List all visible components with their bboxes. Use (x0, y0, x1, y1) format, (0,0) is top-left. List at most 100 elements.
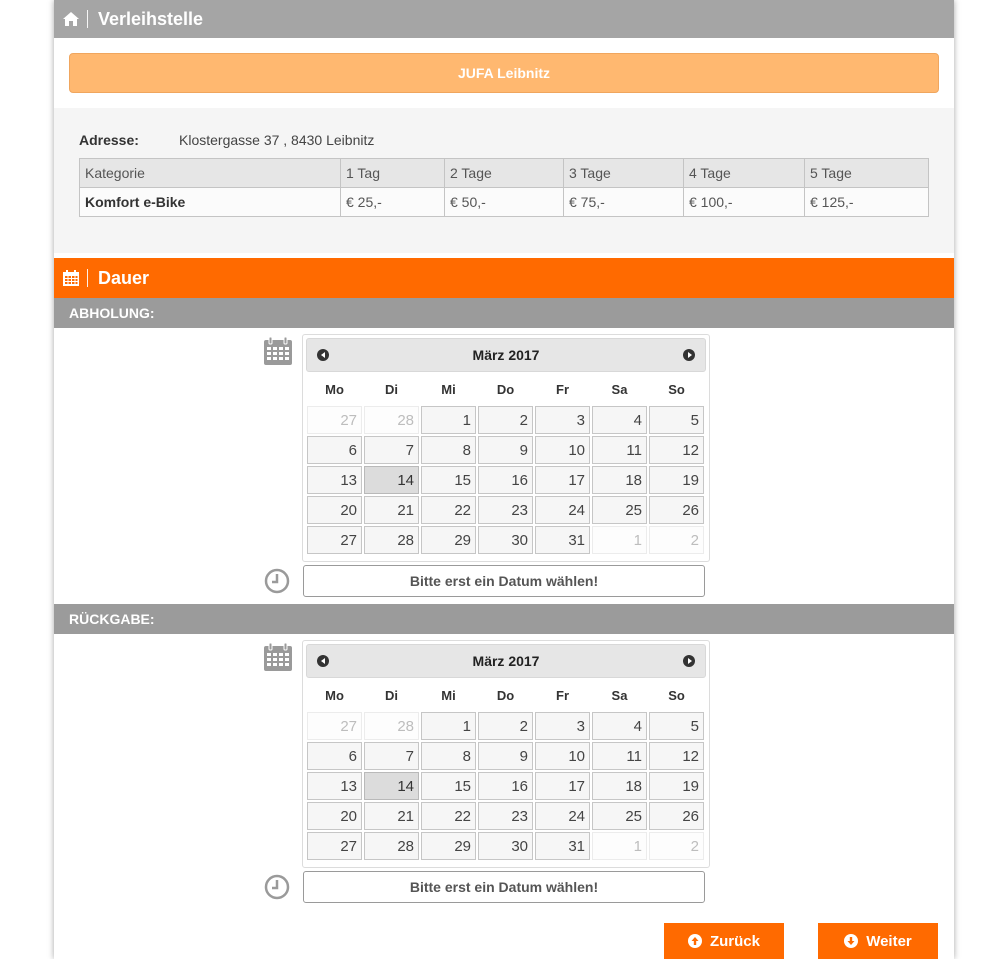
calendar-day[interactable]: 9 (478, 436, 533, 464)
calendar-day[interactable]: 23 (478, 802, 533, 830)
weekday-label: Di (385, 381, 398, 397)
calendar-day[interactable]: 8 (421, 742, 476, 770)
calendar-week-row: 27 28 1 2 3 4 5 (306, 406, 706, 436)
table-header-cell: 4 Tage (683, 158, 805, 188)
calendar-day[interactable]: 24 (535, 802, 590, 830)
calendar-day[interactable]: 1 (421, 712, 476, 740)
calendar-day[interactable]: 7 (364, 742, 419, 770)
prev-month-icon[interactable] (317, 655, 329, 667)
calendar-day[interactable]: 22 (421, 802, 476, 830)
calendar-day[interactable]: 15 (421, 772, 476, 800)
table-cell: € 50,- (444, 187, 564, 217)
calendar-day[interactable]: 3 (535, 406, 590, 434)
return-time-field[interactable]: Bitte erst ein Datum wählen! (303, 871, 705, 903)
calendar-week-row: 20 21 22 23 24 25 26 (306, 802, 706, 832)
table-cell: € 75,- (563, 187, 684, 217)
calendar-icon (263, 642, 293, 672)
calendar-day[interactable]: 5 (649, 712, 704, 740)
calendar-day[interactable]: 17 (535, 772, 590, 800)
table-cell: € 125,- (804, 187, 929, 217)
calendar-day[interactable]: 6 (307, 436, 362, 464)
calendar-day[interactable]: 10 (535, 742, 590, 770)
calendar-day[interactable]: 20 (307, 802, 362, 830)
calendar-day[interactable]: 27 (307, 832, 362, 860)
calendar-day[interactable]: 5 (649, 406, 704, 434)
weekday-label: Mo (325, 381, 344, 397)
prev-month-icon[interactable] (317, 349, 329, 361)
calendar-day-other-month: 27 (307, 712, 362, 740)
calendar-title: März 2017 (472, 653, 540, 669)
location-button[interactable]: JUFA Leibnitz (69, 53, 939, 93)
calendar-day[interactable]: 30 (478, 832, 533, 860)
arrow-down-circle-icon (844, 934, 859, 948)
pickup-picker: März 2017 Mo Di Mi Do Fr Sa So 27 28 1 2 3 4 5 6 7 8 9 10… (54, 328, 954, 604)
calendar-day[interactable]: 29 (421, 526, 476, 554)
calendar-day[interactable]: 19 (649, 466, 704, 494)
calendar-day[interactable]: 31 (535, 526, 590, 554)
pickup-time-field[interactable]: Bitte erst ein Datum wählen! (303, 565, 705, 597)
calendar-day[interactable]: 31 (535, 832, 590, 860)
calendar-day[interactable]: 12 (649, 436, 704, 464)
header-divider (87, 269, 88, 287)
return-picker: März 2017 Mo Di Mi Do Fr Sa So 27 28 1 2 3 4 5 6 7 8 9 10… (54, 634, 954, 910)
next-month-icon[interactable] (683, 349, 695, 361)
next-month-icon[interactable] (683, 655, 695, 667)
calendar-day[interactable]: 17 (535, 466, 590, 494)
calendar-day[interactable]: 18 (592, 466, 647, 494)
weekday-row: Mo Di Mi Do Fr Sa So (306, 678, 706, 712)
calendar-day-today[interactable]: 14 (364, 772, 419, 800)
calendar-day[interactable]: 16 (478, 772, 533, 800)
calendar-day[interactable]: 19 (649, 772, 704, 800)
calendar-day[interactable]: 11 (592, 436, 647, 464)
calendar-day[interactable]: 8 (421, 436, 476, 464)
calendar-day[interactable]: 7 (364, 436, 419, 464)
calendar-day[interactable]: 21 (364, 802, 419, 830)
calendar-day[interactable]: 28 (364, 832, 419, 860)
calendar-day[interactable]: 6 (307, 742, 362, 770)
calendar-day[interactable]: 27 (307, 526, 362, 554)
calendar-grid: 27 28 1 2 3 4 5 6 7 8 9 10 11 12 13 14 15 16 17 18 19 20 21 22 2… (306, 712, 706, 862)
calendar-day[interactable]: 4 (592, 406, 647, 434)
weekday-label: So (668, 687, 685, 703)
calendar-day-today[interactable]: 14 (364, 466, 419, 494)
calendar-day[interactable]: 22 (421, 496, 476, 524)
calendar-day[interactable]: 28 (364, 526, 419, 554)
calendar-day[interactable]: 20 (307, 496, 362, 524)
calendar-day[interactable]: 26 (649, 802, 704, 830)
calendar-day[interactable]: 3 (535, 712, 590, 740)
calendar-day[interactable]: 16 (478, 466, 533, 494)
calendar-day[interactable]: 12 (649, 742, 704, 770)
calendar-day[interactable]: 25 (592, 496, 647, 524)
location-info: Adresse: Klostergasse 37 , 8430 Leibnitz… (54, 108, 954, 253)
calendar-day[interactable]: 11 (592, 742, 647, 770)
duration-section-header: Dauer (54, 258, 954, 298)
address-row: Adresse: Klostergasse 37 , 8430 Leibnitz (79, 132, 929, 148)
back-button[interactable]: Zurück (664, 923, 784, 959)
table-cell-category: Komfort e-Bike (79, 187, 341, 217)
calendar-day[interactable]: 15 (421, 466, 476, 494)
calendar-day[interactable]: 1 (421, 406, 476, 434)
calendar-day-other-month: 27 (307, 406, 362, 434)
next-button[interactable]: Weiter (818, 923, 938, 959)
calendar-day[interactable]: 4 (592, 712, 647, 740)
calendar-day[interactable]: 2 (478, 406, 533, 434)
weekday-label: Fr (556, 381, 569, 397)
calendar-day[interactable]: 2 (478, 712, 533, 740)
table-row: Komfort e-Bike € 25,- € 50,- € 75,- € 10… (79, 187, 929, 217)
calendar-day[interactable]: 29 (421, 832, 476, 860)
calendar-day[interactable]: 25 (592, 802, 647, 830)
calendar-day[interactable]: 10 (535, 436, 590, 464)
weekday-row: Mo Di Mi Do Fr Sa So (306, 372, 706, 406)
calendar-day[interactable]: 13 (307, 772, 362, 800)
table-header-cell: 3 Tage (563, 158, 684, 188)
calendar-day[interactable]: 26 (649, 496, 704, 524)
next-button-label: Weiter (866, 932, 912, 950)
calendar-day[interactable]: 24 (535, 496, 590, 524)
calendar-day[interactable]: 13 (307, 466, 362, 494)
calendar-day[interactable]: 21 (364, 496, 419, 524)
calendar-day[interactable]: 9 (478, 742, 533, 770)
calendar-day[interactable]: 18 (592, 772, 647, 800)
calendar-week-row: 27 28 29 30 31 1 2 (306, 832, 706, 862)
calendar-day[interactable]: 23 (478, 496, 533, 524)
calendar-day[interactable]: 30 (478, 526, 533, 554)
